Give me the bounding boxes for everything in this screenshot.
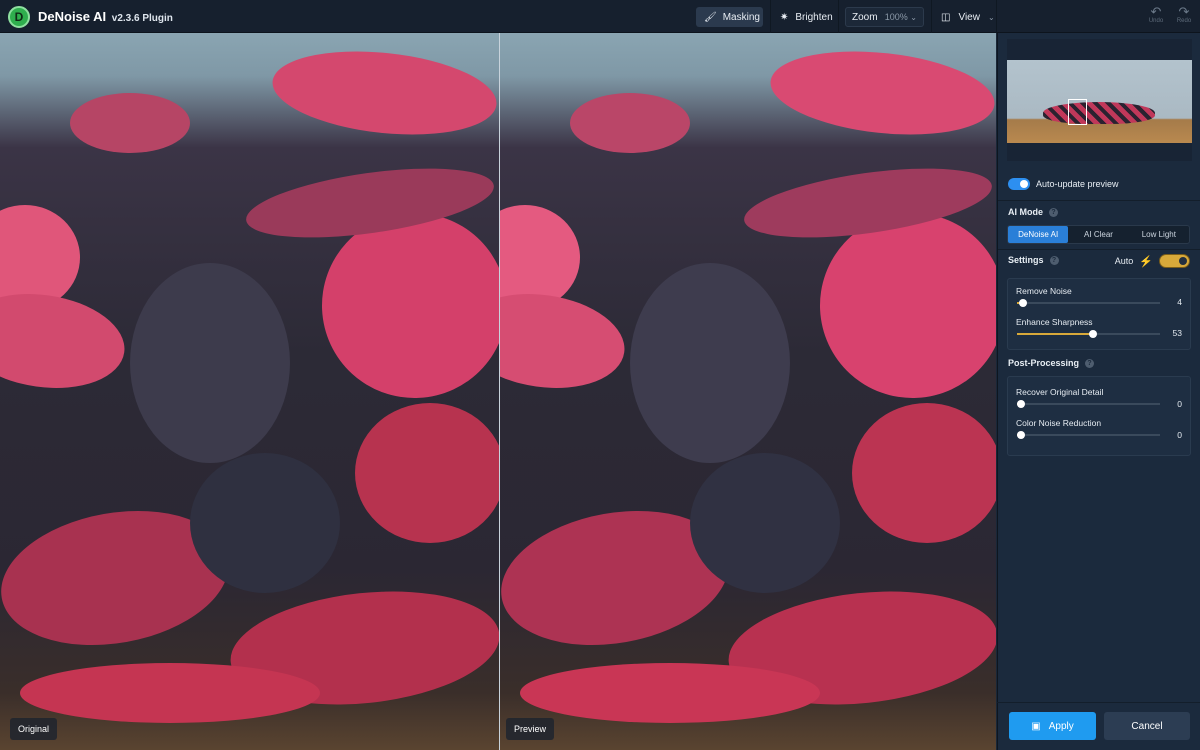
original-label: Original [10, 718, 58, 740]
slider-knob[interactable] [1019, 299, 1027, 307]
navigator-image [1007, 60, 1192, 143]
slider-knob[interactable] [1017, 431, 1025, 439]
masking-label: Masking [722, 11, 760, 23]
slider-knob[interactable] [1089, 330, 1097, 338]
ai-mode-low-light[interactable]: Low Light [1129, 226, 1189, 243]
app-logo-icon: D [8, 6, 30, 28]
zoom-label: Zoom [852, 11, 878, 23]
navigator-subject [1043, 102, 1155, 124]
brighten-label: Brighten [795, 11, 833, 23]
redo-button[interactable]: ↷ Redo [1172, 5, 1196, 24]
original-photo [0, 33, 499, 750]
brighten-button[interactable]: ✷ Brighten [780, 7, 833, 27]
ai-mode-ai-clear[interactable]: AI Clear [1068, 226, 1128, 243]
toolbar-divider [770, 0, 771, 33]
masking-button[interactable]: 🖌 Masking [696, 7, 763, 27]
auto-settings: Auto ⚡ [1115, 254, 1190, 268]
remove-noise-value[interactable]: 4 [1177, 297, 1182, 307]
toolbar-divider [931, 0, 932, 33]
recover-detail-slider[interactable] [1017, 400, 1160, 408]
brush-icon: 🖌 [704, 11, 717, 23]
navigator-thumbnail[interactable] [1007, 39, 1192, 161]
ai-mode-title: AI Mode [1008, 207, 1043, 217]
apply-button[interactable]: ▣ Apply [1009, 712, 1096, 740]
post-processing-card: Recover Original Detail 0 Color Noise Re… [1007, 376, 1191, 456]
settings-card: Remove Noise 4 Enhance Sharpness 53 [1007, 278, 1191, 350]
remove-noise-slider[interactable] [1017, 299, 1160, 307]
enhance-sharpness-slider[interactable] [1017, 330, 1160, 338]
toolbar-divider [838, 0, 839, 33]
section-divider [998, 249, 1200, 250]
cancel-button[interactable]: Cancel [1104, 712, 1190, 740]
apply-label: Apply [1048, 720, 1074, 732]
view-button[interactable]: ◫ View ⌄ [941, 7, 995, 27]
auto-update-label: Auto-update preview [1036, 179, 1119, 189]
help-icon[interactable]: ? [1049, 255, 1059, 265]
chevron-down-icon: ⌄ [910, 13, 917, 22]
help-icon[interactable]: ? [1085, 358, 1095, 368]
help-icon[interactable]: ? [1049, 207, 1058, 217]
settings-title: Settings [1008, 255, 1044, 265]
zoom-value: 100% [884, 12, 908, 22]
ai-mode-selector: DeNoise AI AI Clear Low Light [1007, 225, 1190, 244]
preview-photo [500, 33, 996, 750]
redo-label: Redo [1176, 18, 1192, 24]
enhance-sharpness-label: Enhance Sharpness [1016, 317, 1093, 327]
original-image-pane[interactable]: Original [0, 33, 499, 750]
section-divider [998, 200, 1200, 201]
post-processing-header: Post-Processing ? [1008, 358, 1190, 368]
undo-button[interactable]: ↶ Undo [1144, 5, 1168, 24]
ai-mode-header: AI Mode ? [1008, 207, 1190, 217]
app-title: DeNoise AI v2.3.6 Plugin [38, 9, 173, 24]
sun-icon: ✷ [780, 11, 789, 23]
recover-detail-value[interactable]: 0 [1177, 399, 1182, 409]
post-processing-title: Post-Processing [1008, 358, 1080, 368]
app-version: v2.3.6 Plugin [111, 13, 173, 24]
view-label: View [958, 11, 980, 23]
auto-update-toggle[interactable] [1008, 178, 1030, 190]
enhance-sharpness-value[interactable]: 53 [1173, 328, 1182, 338]
slider-knob[interactable] [1017, 400, 1025, 408]
lightning-icon: ⚡ [1139, 255, 1153, 268]
slider-fill [1017, 333, 1093, 335]
ai-mode-denoise[interactable]: DeNoise AI [1008, 226, 1069, 243]
apply-icon: ▣ [1031, 720, 1041, 732]
navigator-viewport-box[interactable] [1068, 99, 1087, 125]
toolbar-divider [996, 0, 997, 33]
logo-letter: D [14, 10, 24, 24]
app-name: DeNoise AI [38, 9, 107, 24]
original-label-text: Original [18, 724, 50, 734]
chevron-down-icon: ⌄ [987, 12, 995, 22]
settings-panel: Auto-update preview AI Mode ? DeNoise AI… [997, 33, 1200, 750]
auto-update-row[interactable]: Auto-update preview [1008, 178, 1190, 190]
color-noise-label: Color Noise Reduction [1016, 418, 1102, 428]
recover-detail-label: Recover Original Detail [1016, 387, 1104, 397]
redo-icon: ↷ [1178, 4, 1190, 19]
preview-image-pane[interactable]: Preview [500, 33, 996, 750]
undo-icon: ↶ [1150, 4, 1162, 19]
top-bar: D DeNoise AI v2.3.6 Plugin 🖌 Masking ✷ B… [0, 0, 1200, 33]
footer-divider [997, 702, 1200, 703]
auto-toggle[interactable] [1159, 254, 1190, 268]
zoom-select[interactable]: Zoom 100% ⌄ [845, 7, 924, 27]
auto-label: Auto [1114, 256, 1134, 266]
split-view-icon: ◫ [941, 11, 951, 23]
color-noise-slider[interactable] [1017, 431, 1160, 439]
remove-noise-label: Remove Noise [1016, 286, 1072, 296]
preview-label: Preview [506, 718, 555, 740]
preview-label-text: Preview [514, 724, 547, 734]
color-noise-value[interactable]: 0 [1177, 430, 1182, 440]
cancel-label: Cancel [1131, 720, 1163, 732]
undo-label: Undo [1148, 18, 1164, 24]
